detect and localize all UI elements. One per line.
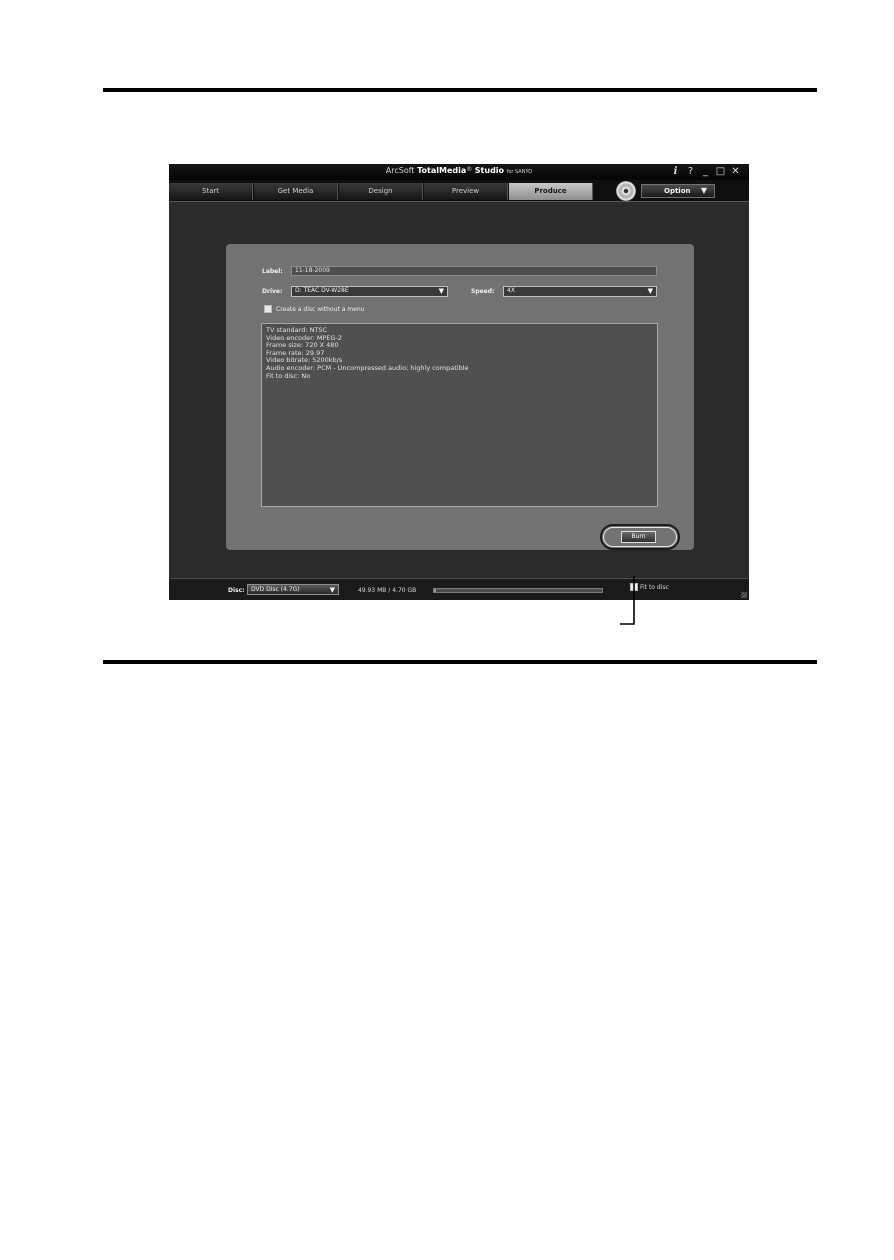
speed-caption: Speed: [471,288,495,295]
info-fit-to-disc: Fit to disc: No [266,371,311,380]
title-trademark: ® [466,166,473,173]
tab-produce[interactable]: Produce [509,183,593,200]
bottom-bar: Disc: DVD Disc (4.7G) ▼ 49.93 MB / 4.70 … [169,578,749,600]
drive-select[interactable]: D: TEAC DV-W28E ▼ [291,286,448,297]
drive-caption: Drive: [262,288,283,295]
label-input[interactable]: 11-18-2009 [291,266,657,276]
help-icon[interactable]: ? [683,165,698,179]
fit-to-disc-label: Fit to disc [640,584,669,591]
resize-grip-icon[interactable] [741,592,747,598]
app-window: ArcSoft TotalMedia® Studio for SANYO i ?… [169,164,749,600]
no-menu-checkbox[interactable] [264,305,272,313]
chevron-down-icon: ▼ [438,287,444,295]
label-caption: Label: [262,268,283,275]
title-for-sanyo: for SANYO [506,169,533,175]
title-brand: ArcSoft [385,166,415,175]
no-menu-label: Create a disc without a menu [276,306,365,313]
option-button[interactable]: Option ▼ [641,184,715,198]
tab-preview[interactable]: Preview [424,183,508,200]
title-product: TotalMedia [417,166,467,175]
maximize-icon[interactable]: □ [713,165,728,179]
fit-to-disc-checkbox[interactable] [630,583,638,591]
info-frame-size: Frame size: 720 X 480 [266,341,339,350]
burn-button[interactable]: Burn [621,531,656,543]
disc-usage-text: 49.93 MB / 4.70 GB [358,587,417,594]
disc-type-select[interactable]: DVD Disc (4.7G) ▼ [247,584,339,595]
info-icon[interactable]: i [668,165,683,179]
chevron-down-icon: ▼ [647,287,653,295]
close-icon[interactable]: ✕ [728,165,743,179]
chevron-down-icon: ▼ [700,186,707,195]
top-rule [103,88,817,92]
title-studio: Studio [474,166,505,175]
minimize-icon[interactable]: _ [698,165,713,179]
tab-start[interactable]: Start [169,183,253,200]
drive-value: D: TEAC DV-W28E [295,287,349,294]
chevron-down-icon: ▼ [329,586,335,594]
app-title: ArcSoft TotalMedia® Studio for SANYO [169,166,749,175]
title-bar: ArcSoft TotalMedia® Studio for SANYO i ?… [169,164,749,180]
disc-usage-fill [434,589,436,592]
info-audio-encoder: Audio encoder: PCM - Uncompressed audio;… [266,363,469,372]
speed-value: 4X [507,287,515,294]
disc-type-value: DVD Disc (4.7G) [251,586,300,593]
produce-panel: Label: 11-18-2009 Drive: D: TEAC DV-W28E… [226,244,694,550]
bottom-rule [103,660,817,664]
disc-icon [616,181,636,201]
option-label: Option [664,187,691,195]
window-controls: i ? _ □ ✕ [668,165,743,179]
disc-usage-bar [433,588,603,593]
settings-summary: TV standard: NTSC Video encoder: MPEG-2 … [261,323,658,507]
tab-design[interactable]: Design [339,183,423,200]
tab-get-media[interactable]: Get Media [254,183,338,200]
disc-caption: Disc: [228,587,245,594]
speed-select[interactable]: 4X ▼ [503,286,657,297]
